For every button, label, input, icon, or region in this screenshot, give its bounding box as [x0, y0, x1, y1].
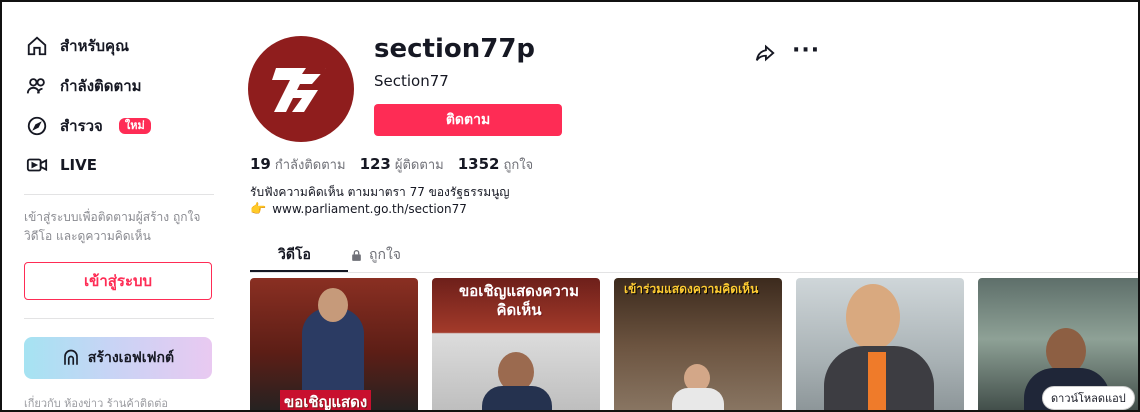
profile-stats: 19 กำลังติดตาม 123 ผู้ติดตาม 1352 ถูกใจ: [250, 154, 533, 175]
sidebar: สำหรับคุณ กำลังติดตาม สำรวจ ใหม่ LIVE เข…: [2, 2, 228, 410]
profile-link-text[interactable]: www.parliament.go.th/section77: [272, 201, 467, 218]
person-figure: [482, 386, 552, 410]
video-thumbnail[interactable]: [796, 278, 964, 410]
profile-link[interactable]: 👉 www.parliament.go.th/section77: [250, 201, 510, 218]
sidebar-item-label: LIVE: [60, 156, 97, 174]
home-icon: [27, 36, 47, 56]
profile-nickname: Section77: [374, 72, 449, 90]
avatar[interactable]: [248, 36, 354, 142]
lock-icon: [352, 249, 361, 261]
following-count[interactable]: 19 กำลังติดตาม: [250, 154, 346, 175]
person-head: [318, 288, 348, 322]
app-frame: สำหรับคุณ กำลังติดตาม สำรวจ ใหม่ LIVE เข…: [0, 0, 1140, 412]
download-app-button[interactable]: ดาวน์โหลดแอป: [1042, 386, 1135, 410]
followers-count[interactable]: 123 ผู้ติดตาม: [360, 154, 444, 175]
users-icon: [26, 78, 45, 94]
more-options-icon[interactable]: ···: [792, 38, 820, 63]
create-effect-button[interactable]: สร้างเอฟเฟกต์: [24, 337, 212, 379]
share-icon[interactable]: [754, 42, 776, 64]
bio-text: รับฟังความคิดเห็น ตามมาตรา 77 ของรัฐธรรม…: [250, 185, 510, 199]
login-hint-text: เข้าสู่ระบบเพื่อติดตามผู้สร้าง ถูกใจวิดี…: [24, 210, 201, 243]
video-caption: ขอเชิญแสดง: [280, 390, 372, 410]
video-caption: เข้าร่วมแสดงความคิดเห็น: [624, 282, 759, 296]
video-thumbnail[interactable]: ขอเชิญแสดงความคิดเห็น: [432, 278, 600, 410]
live-icon: [26, 158, 48, 172]
profile-bio: รับฟังความคิดเห็น ตามมาตรา 77 ของรัฐธรรม…: [250, 184, 510, 218]
sidebar-item-label: สำหรับคุณ: [60, 37, 129, 55]
new-badge: ใหม่: [118, 118, 151, 134]
person-head: [846, 284, 900, 350]
login-button[interactable]: เข้าสู่ระบบ: [24, 262, 212, 300]
sidebar-item-live[interactable]: LIVE: [26, 154, 97, 176]
active-tab-indicator: [250, 270, 348, 272]
section77-logo-icon: [272, 68, 326, 112]
video-thumbnail[interactable]: เข้าร่วมแสดงความคิดเห็น: [614, 278, 782, 410]
tie: [868, 352, 886, 410]
sidebar-item-explore[interactable]: สำรวจ ใหม่: [26, 114, 151, 138]
tab-videos[interactable]: วิดีโอ: [278, 244, 311, 266]
video-thumbnail[interactable]: ขอเชิญแสดง: [250, 278, 418, 410]
profile-tabs: วิดีโอ ถูกใจ: [250, 240, 1138, 273]
sidebar-divider: [24, 318, 214, 319]
tab-liked[interactable]: ถูกใจ: [350, 244, 401, 266]
sidebar-divider: [24, 194, 214, 195]
footer-links[interactable]: เกี่ยวกับ ห้องข่าว ร้านค้าติดต่อ: [24, 394, 168, 410]
pointing-hand-icon: 👉: [250, 202, 267, 217]
sidebar-item-for-you[interactable]: สำหรับคุณ: [26, 34, 129, 58]
sidebar-item-label: สำรวจ: [60, 117, 103, 135]
profile-username: section77p: [374, 34, 536, 64]
sidebar-item-label: กำลังติดตาม: [60, 77, 142, 95]
create-effect-label: สร้างเอฟเฟกต์: [87, 350, 175, 366]
effect-house-icon: [64, 349, 78, 365]
video-caption: ขอเชิญแสดงความคิดเห็น: [458, 282, 579, 319]
likes-count: 1352 ถูกใจ: [457, 155, 534, 173]
sidebar-item-following[interactable]: กำลังติดตาม: [26, 74, 142, 98]
follow-button[interactable]: ติดตาม: [374, 104, 562, 136]
person-figure: [672, 388, 724, 410]
compass-icon: [27, 116, 47, 136]
